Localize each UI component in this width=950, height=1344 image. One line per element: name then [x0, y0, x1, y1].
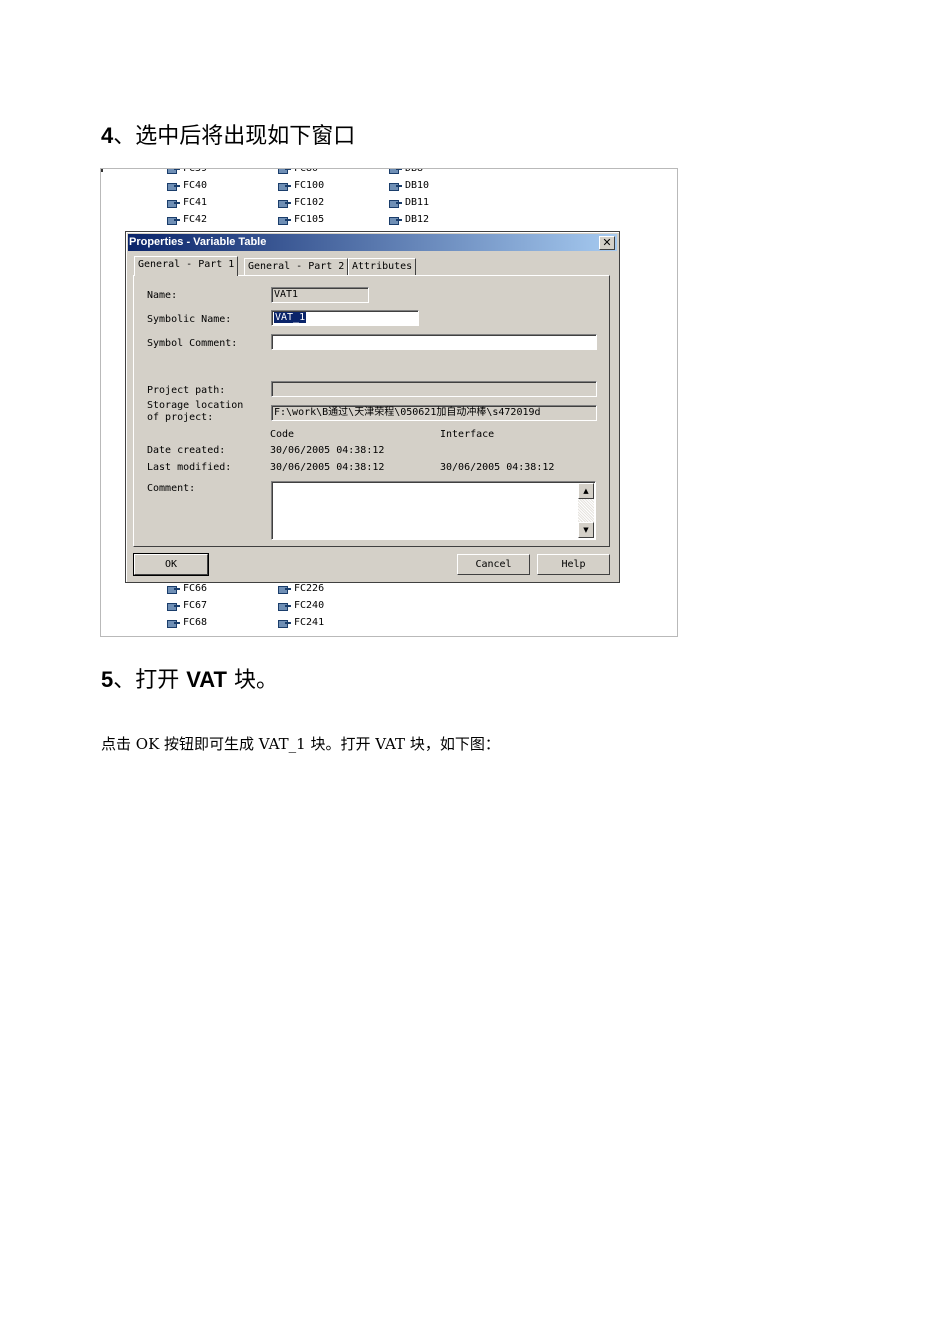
- block-icon: [278, 619, 291, 628]
- scroll-down-icon[interactable]: ▼: [578, 522, 594, 538]
- block-icon: [278, 216, 291, 225]
- code-last-modified: 30/06/2005 04:38:12: [270, 462, 385, 473]
- symbolic-name-field[interactable]: VAT_1: [271, 310, 419, 326]
- edge-mark: [101, 169, 103, 172]
- block-item[interactable]: FC66: [167, 583, 207, 595]
- interface-column-header: Interface: [440, 429, 495, 440]
- comment-textarea[interactable]: ▲ ▼: [271, 481, 596, 540]
- block-label: FC39: [183, 168, 208, 174]
- block-icon: [389, 199, 402, 208]
- block-label: FC80: [294, 168, 319, 174]
- close-icon[interactable]: ✕: [599, 236, 615, 250]
- block-label: FC40: [183, 180, 208, 191]
- symbolic-name-label: Symbolic Name:: [147, 314, 232, 325]
- block-label: FC67: [183, 600, 208, 611]
- block-item[interactable]: FC67: [167, 600, 207, 612]
- tab-general-part-2[interactable]: General - Part 2: [244, 258, 349, 275]
- symbol-comment-field[interactable]: [271, 334, 597, 350]
- block-icon: [278, 602, 291, 611]
- block-icon: [167, 182, 180, 191]
- block-item[interactable]: DB8: [389, 168, 424, 175]
- block-icon: [389, 169, 402, 174]
- comment-label: Comment:: [147, 483, 196, 494]
- block-item[interactable]: DB12: [389, 214, 429, 226]
- block-item[interactable]: FC41: [167, 197, 207, 209]
- block-label: DB11: [405, 197, 430, 208]
- dialog-title: Properties - Variable Table: [129, 236, 267, 248]
- last-modified-label: Last modified:: [147, 462, 232, 473]
- block-item[interactable]: DB10: [389, 180, 429, 192]
- block-label: FC41: [183, 197, 208, 208]
- step4-heading: 4、选中后将出现如下窗口: [101, 123, 356, 149]
- block-icon: [167, 602, 180, 611]
- block-item[interactable]: FC105: [278, 214, 324, 226]
- project-path-label: Project path:: [147, 385, 226, 396]
- project-path-field[interactable]: [271, 381, 597, 397]
- storage-location-field[interactable]: F:\work\B通过\天津荣程\050621加自动冲棒\s472019d: [271, 405, 597, 421]
- symbolic-name-value: VAT_1: [274, 312, 307, 323]
- comment-scrollbar[interactable]: ▲ ▼: [578, 483, 594, 538]
- code-column-header: Code: [270, 429, 295, 440]
- block-label: FC105: [294, 214, 325, 225]
- name-field[interactable]: VAT1: [271, 287, 369, 303]
- block-label: FC226: [294, 583, 325, 594]
- block-icon: [167, 169, 180, 174]
- interface-last-modified: 30/06/2005 04:38:12: [440, 462, 555, 473]
- block-item[interactable]: DB11: [389, 197, 429, 209]
- block-label: FC102: [294, 197, 325, 208]
- name-label: Name:: [147, 290, 178, 301]
- dialog-titlebar: Properties - Variable Table ✕: [128, 234, 617, 251]
- block-label: FC240: [294, 600, 325, 611]
- block-item[interactable]: FC42: [167, 214, 207, 226]
- block-icon: [278, 169, 291, 174]
- properties-dialog: Properties - Variable Table ✕ General - …: [125, 231, 620, 583]
- storage-label-line1: Storage location: [147, 400, 244, 411]
- block-label: DB10: [405, 180, 430, 191]
- tab-general-part-1[interactable]: General - Part 1: [134, 256, 239, 276]
- storage-label-line2: of project:: [147, 412, 214, 423]
- block-item[interactable]: FC240: [278, 600, 324, 612]
- block-icon: [389, 182, 402, 191]
- block-item[interactable]: FC241: [278, 617, 324, 629]
- scroll-up-icon[interactable]: ▲: [578, 483, 594, 499]
- block-icon: [167, 216, 180, 225]
- block-icon: [278, 585, 291, 594]
- block-item[interactable]: FC68: [167, 617, 207, 629]
- help-button[interactable]: Help: [537, 554, 610, 575]
- block-icon: [167, 619, 180, 628]
- block-item[interactable]: FC100: [278, 180, 324, 192]
- block-icon: [167, 585, 180, 594]
- code-date-created: 30/06/2005 04:38:12: [270, 445, 385, 456]
- block-label: FC66: [183, 583, 208, 594]
- symbol-comment-label: Symbol Comment:: [147, 338, 238, 349]
- step5-heading: 5、打开 VAT 块。: [101, 667, 278, 693]
- date-created-label: Date created:: [147, 445, 226, 456]
- block-item[interactable]: FC102: [278, 197, 324, 209]
- ok-button[interactable]: OK: [133, 553, 209, 576]
- block-label: FC241: [294, 617, 325, 628]
- block-icon: [278, 199, 291, 208]
- block-item[interactable]: FC80: [278, 168, 319, 175]
- block-icon: [167, 199, 180, 208]
- block-icon: [389, 216, 402, 225]
- instruction-paragraph: 点击 OK 按钮即可生成 VAT_1 块。打开 VAT 块，如下图：: [101, 735, 500, 753]
- dialog-screenshot: FC39 FC80 DB8 FC40 FC100 DB10 FC41 FC102 DB11 FC4…: [100, 168, 678, 637]
- block-item[interactable]: FC39: [167, 168, 208, 175]
- block-item[interactable]: FC226: [278, 583, 324, 595]
- block-icon: [278, 182, 291, 191]
- block-label: DB12: [405, 214, 430, 225]
- tab-attributes[interactable]: Attributes: [348, 258, 417, 275]
- block-label: DB8: [405, 168, 424, 174]
- block-item[interactable]: FC40: [167, 180, 207, 192]
- block-label: FC42: [183, 214, 208, 225]
- block-label: FC100: [294, 180, 325, 191]
- block-label: FC68: [183, 617, 208, 628]
- cancel-button[interactable]: Cancel: [457, 554, 530, 575]
